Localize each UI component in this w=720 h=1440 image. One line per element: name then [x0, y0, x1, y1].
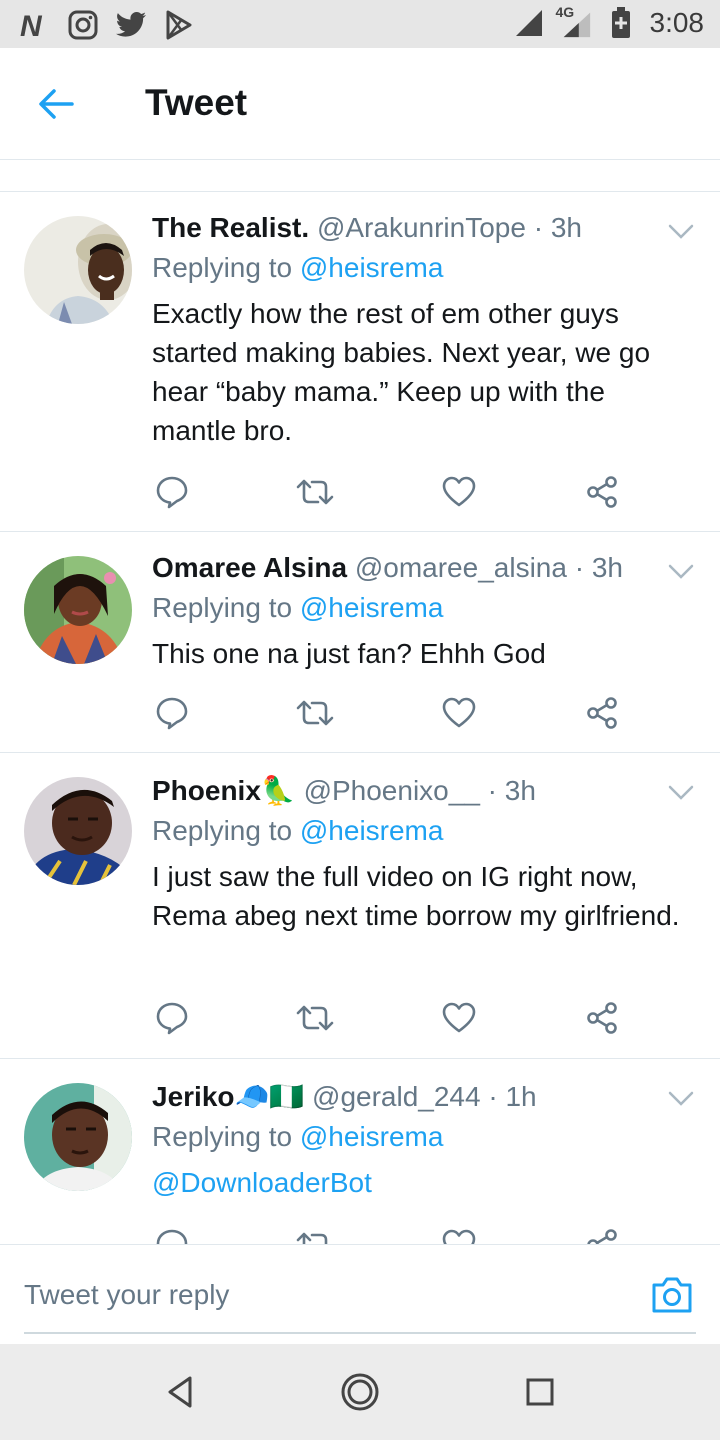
tweet-actions — [152, 1225, 622, 1244]
separator-dot: · — [487, 775, 497, 806]
signal-icon — [512, 6, 546, 40]
separator-dot: · — [488, 1081, 498, 1112]
twitter-icon — [114, 8, 148, 42]
chevron-down-icon[interactable] — [666, 556, 696, 586]
avatar[interactable] — [24, 216, 132, 324]
reply-icon[interactable] — [152, 693, 192, 733]
tweet-item[interactable]: Phoenix🦜 @Phoenixo__ · 3h Replying to @h… — [0, 753, 720, 1059]
reply-input[interactable]: Tweet your reply — [24, 1279, 229, 1311]
nav-back-icon[interactable] — [160, 1372, 200, 1412]
avatar[interactable] — [24, 777, 132, 885]
share-icon[interactable] — [582, 472, 622, 512]
tweet-text: Exactly how the rest of em other guys st… — [152, 298, 651, 446]
author-name[interactable]: Jeriko🧢🇳🇬 — [152, 1081, 304, 1112]
nav-recents-icon[interactable] — [520, 1372, 560, 1412]
tweet-header: Omaree Alsina @omaree_alsina · 3h — [152, 550, 692, 586]
separator-dot: · — [533, 212, 544, 243]
replying-to-line: Replying to @heisrema — [152, 588, 692, 628]
network-type-label: 4G — [555, 4, 575, 20]
replying-to-label: Replying to — [152, 815, 293, 846]
author-handle[interactable]: @ArakunrinTope — [317, 212, 526, 243]
chevron-down-icon[interactable] — [666, 216, 696, 246]
replying-to-mention[interactable]: @heisrema — [300, 815, 444, 846]
author-name[interactable]: The Realist. — [152, 212, 309, 243]
play-store-icon — [162, 8, 196, 42]
tweet-time: 3h — [550, 212, 582, 243]
reply-icon[interactable] — [152, 1225, 192, 1244]
replying-to-label: Replying to — [152, 592, 293, 623]
replying-to-line: Replying to @heisrema — [152, 811, 692, 851]
like-heart-icon[interactable] — [439, 472, 479, 512]
tweet-actions — [152, 472, 622, 512]
tweet-time: 3h — [591, 552, 623, 583]
tweet-actions — [152, 693, 622, 733]
author-handle[interactable]: @gerald_244 — [312, 1081, 481, 1112]
replying-to-mention[interactable]: @heisrema — [300, 252, 444, 283]
retweet-icon[interactable] — [295, 693, 335, 733]
replying-to-line: Replying to @heisrema — [152, 1117, 692, 1157]
retweet-icon[interactable] — [295, 998, 335, 1038]
author-handle[interactable]: @Phoenixo__ — [304, 775, 480, 806]
camera-icon[interactable] — [650, 1275, 694, 1315]
like-heart-icon[interactable] — [439, 693, 479, 733]
replying-to-label: Replying to — [152, 1121, 293, 1152]
avatar[interactable] — [24, 1083, 132, 1191]
previous-tweet-remnant — [0, 160, 720, 192]
reply-composer[interactable]: Tweet your reply — [0, 1244, 720, 1344]
tweet-time: 3h — [504, 775, 536, 806]
chevron-down-icon[interactable] — [666, 1083, 696, 1113]
replying-to-mention[interactable]: @heisrema — [300, 1121, 444, 1152]
input-underline — [24, 1332, 696, 1334]
tweet-text: I just saw the full video on IG right no… — [152, 861, 680, 931]
nairaland-icon: N — [18, 8, 52, 42]
like-heart-icon[interactable] — [439, 1225, 479, 1244]
tweet-item[interactable]: Jeriko🧢🇳🇬 @gerald_244 · 1h Replying to @… — [0, 1059, 720, 1244]
reply-icon[interactable] — [152, 998, 192, 1038]
page-title: Tweet — [145, 82, 248, 123]
like-heart-icon[interactable] — [439, 998, 479, 1038]
share-icon[interactable] — [582, 1225, 622, 1244]
nav-home-icon[interactable] — [340, 1372, 380, 1412]
battery-icon — [604, 6, 638, 40]
avatar[interactable] — [24, 556, 132, 664]
tweet-time: 1h — [505, 1081, 537, 1112]
status-bar: N 4G 3:08 — [0, 0, 720, 48]
reply-icon[interactable] — [152, 472, 192, 512]
tweet-actions — [152, 998, 622, 1038]
tweet-header: Jeriko🧢🇳🇬 @gerald_244 · 1h — [152, 1079, 692, 1115]
tweet-text: This one na just fan? Ehhh God — [152, 638, 546, 669]
chevron-down-icon[interactable] — [666, 777, 696, 807]
replying-to-line: Replying to @heisrema — [152, 248, 692, 288]
separator-dot: · — [574, 552, 585, 583]
tweet-item[interactable]: The Realist. @ArakunrinTope · 3h Replyin… — [0, 192, 720, 532]
author-handle[interactable]: @omaree_alsina — [355, 552, 567, 583]
status-time: 3:08 — [649, 7, 705, 38]
tweet-header: The Realist. @ArakunrinTope · 3h — [152, 210, 692, 246]
svg-text:N: N — [20, 10, 43, 40]
instagram-icon — [66, 8, 100, 42]
tweet-item[interactable]: Omaree Alsina @omaree_alsina · 3h Replyi… — [0, 532, 720, 753]
top-app-bar: Tweet — [0, 48, 720, 160]
share-icon[interactable] — [582, 998, 622, 1038]
back-arrow-icon[interactable] — [36, 84, 76, 124]
system-nav-bar — [0, 1344, 720, 1440]
4g-signal-icon: 4G — [555, 4, 592, 40]
tweet-header: Phoenix🦜 @Phoenixo__ · 3h — [152, 773, 692, 809]
author-name[interactable]: Omaree Alsina — [152, 552, 347, 583]
replying-to-label: Replying to — [152, 252, 293, 283]
author-name[interactable]: Phoenix🦜 — [152, 775, 296, 806]
share-icon[interactable] — [582, 693, 622, 733]
retweet-icon[interactable] — [295, 472, 335, 512]
replying-to-mention[interactable]: @heisrema — [300, 592, 444, 623]
retweet-icon[interactable] — [295, 1225, 335, 1244]
tweet-text[interactable]: @DownloaderBot — [152, 1163, 692, 1202]
